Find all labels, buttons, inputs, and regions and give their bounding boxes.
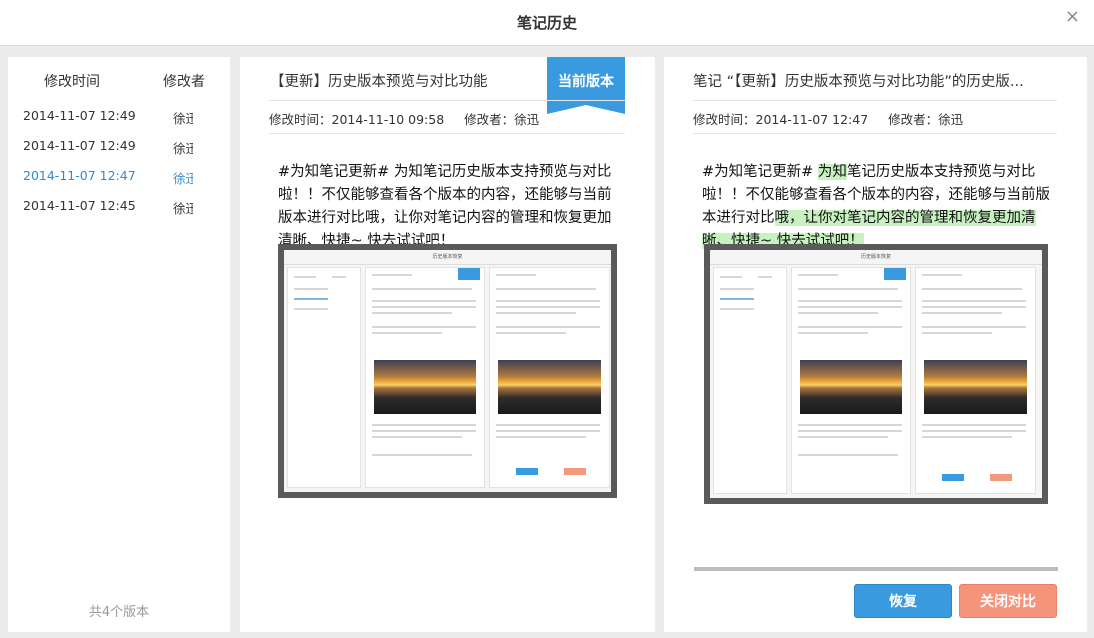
divider: [269, 133, 625, 134]
note-history-dialog: 笔记历史 × 修改时间 修改者 2014-11-07 12:49 徐迅 2014…: [0, 0, 1094, 638]
version-row[interactable]: 2014-11-07 12:49 徐迅: [8, 135, 230, 165]
version-author: 徐迅: [173, 111, 193, 126]
version-count: 共4个版本: [88, 605, 150, 620]
version-author: 徐迅: [173, 141, 193, 156]
dialog-title: 笔记历史: [516, 14, 577, 32]
modified-time: 修改时间：2014-11-10 09:58: [269, 112, 445, 127]
version-time: 2014-11-07 12:47: [23, 168, 136, 183]
version-row-selected[interactable]: 2014-11-07 12:47 徐迅: [8, 165, 230, 195]
divider: [693, 133, 1057, 134]
version-row[interactable]: 2014-11-07 12:45 徐迅: [8, 195, 230, 225]
version-time: 2014-11-07 12:49: [23, 108, 136, 123]
divider: [269, 100, 625, 101]
modified-by: 修改者：徐迅: [464, 112, 540, 127]
restore-button[interactable]: 恢复: [854, 584, 952, 618]
note-body: #为知笔记更新# 为知笔记历史版本支持预览与对比啦！！不仅能够查看各个版本的内容…: [278, 164, 612, 249]
version-time: 2014-11-07 12:45: [23, 198, 136, 213]
note-meta: 修改时间：2014-11-10 09:58 修改者：徐迅: [269, 109, 539, 128]
header-modified-by: 修改者: [163, 74, 205, 90]
version-author: 徐迅: [173, 171, 193, 186]
version-row[interactable]: 2014-11-07 12:49 徐迅: [8, 105, 230, 135]
version-list: 2014-11-07 12:49 徐迅 2014-11-07 12:49 徐迅 …: [8, 105, 230, 225]
body-text: #为知笔记更新#: [702, 164, 818, 180]
close-icon[interactable]: ×: [1065, 6, 1080, 27]
thumbnail-title: 历史版本恢复: [432, 254, 463, 260]
current-version-panel: 【更新】历史版本预览与对比功能 当前版本 修改时间：2014-11-10 09:…: [240, 57, 655, 632]
embedded-screenshot-image: 历史版本恢复: [278, 244, 617, 498]
modified-time: 修改时间：2014-11-07 12:47: [693, 112, 869, 127]
embedded-screenshot-image: 历史版本恢复: [704, 244, 1048, 504]
horizontal-scrollbar[interactable]: [694, 567, 1058, 571]
note-meta: 修改时间：2014-11-07 12:47 修改者：徐迅: [693, 109, 963, 128]
version-list-header: 修改时间 修改者: [8, 71, 230, 91]
diff-highlight: 为知: [817, 164, 847, 180]
version-time: 2014-11-07 12:49: [23, 138, 136, 153]
current-version-badge: 当前版本: [547, 57, 625, 114]
historic-note-title: 笔记 “【更新】历史版本预览与对比功能”的历史版...: [693, 74, 1024, 90]
header-modified-time: 修改时间: [44, 74, 100, 90]
dialog-titlebar: 笔记历史 ×: [0, 0, 1094, 46]
historic-version-panel: 笔记 “【更新】历史版本预览与对比功能”的历史版... 修改时间：2014-11…: [664, 57, 1087, 632]
note-title: 【更新】历史版本预览与对比功能: [270, 74, 488, 90]
close-compare-button[interactable]: 关闭对比: [959, 584, 1057, 618]
historic-note-body: #为知笔记更新# 为知笔记历史版本支持预览与对比啦！！不仅能够查看各个版本的内容…: [702, 161, 1052, 253]
version-author: 徐迅: [173, 201, 193, 216]
modified-by: 修改者：徐迅: [888, 112, 964, 127]
version-list-panel: 修改时间 修改者 2014-11-07 12:49 徐迅 2014-11-07 …: [8, 57, 230, 632]
thumbnail-title: 历史版本恢复: [860, 254, 891, 260]
divider: [693, 100, 1057, 101]
